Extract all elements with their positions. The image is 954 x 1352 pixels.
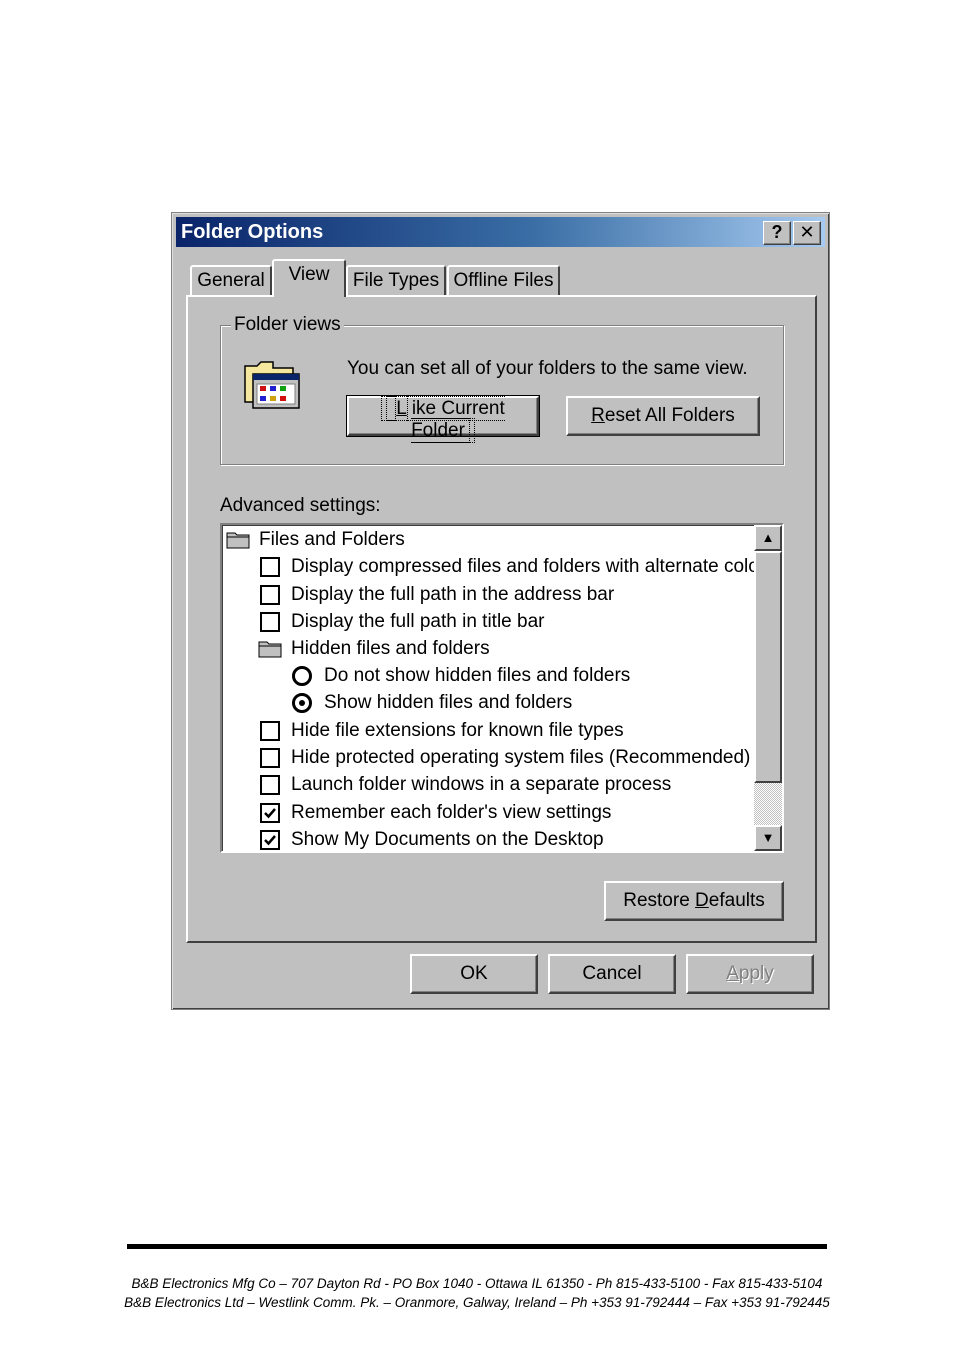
cancel-button[interactable]: Cancel: [548, 954, 676, 994]
advanced-settings-list[interactable]: Files and Folders Display compressed fil…: [220, 523, 784, 853]
radio-selected[interactable]: [292, 692, 312, 713]
radio-unselected[interactable]: [292, 665, 312, 686]
checkmark-icon: [264, 807, 276, 818]
tab-offline-files[interactable]: Offline Files: [447, 265, 560, 297]
like-current-folder-button[interactable]: Like Current Folder: [346, 395, 540, 443]
arrow-down-icon: ▼: [761, 830, 775, 845]
list-item[interactable]: Do not show hidden files and folders: [292, 662, 630, 689]
checkbox-unchecked[interactable]: [260, 584, 280, 605]
footer-line-2: B&B Electronics Ltd – Westlink Comm. Pk.…: [124, 1295, 830, 1310]
close-button[interactable]: ✕: [793, 221, 821, 245]
footer-rule: [127, 1244, 827, 1249]
list-item[interactable]: Show hidden files and folders: [292, 689, 572, 716]
folder-icon: [226, 532, 250, 549]
scroll-up-button[interactable]: ▲: [754, 525, 782, 551]
folder-views-icon: [244, 361, 300, 409]
list-item[interactable]: Remember each folder's view settings: [260, 799, 611, 826]
ok-button[interactable]: OK: [410, 954, 538, 994]
folder-views-label: Folder views: [231, 314, 344, 336]
checkbox-unchecked[interactable]: [260, 720, 280, 741]
advanced-settings-label: Advanced settings:: [220, 495, 381, 516]
scroll-thumb[interactable]: [754, 551, 782, 783]
dialog-title: Folder Options: [181, 221, 324, 243]
restore-defaults-button[interactable]: Restore Defaults: [604, 881, 784, 921]
list-item[interactable]: Display the full path in title bar: [260, 608, 544, 635]
view-tab-panel: Folder views You can set all of your fol…: [186, 295, 817, 943]
checkbox-unchecked[interactable]: [260, 556, 280, 577]
folder-views-group: Folder views You can set all of your fol…: [220, 314, 784, 465]
arrow-up-icon: ▲: [761, 530, 775, 545]
list-item[interactable]: Hide file extensions for known file type…: [260, 717, 624, 744]
tab-file-types[interactable]: File Types: [346, 265, 446, 297]
tab-general[interactable]: General: [190, 265, 272, 297]
list-item[interactable]: Launch folder windows in a separate proc…: [260, 771, 671, 798]
help-button[interactable]: ?: [763, 221, 791, 245]
folder-icon: [258, 641, 282, 658]
title-bar[interactable]: Folder Options ? ✕: [176, 217, 825, 247]
list-item[interactable]: Hide protected operating system files (R…: [260, 744, 750, 771]
tree-item-files-and-folders[interactable]: Files and Folders: [226, 526, 405, 553]
help-icon: ?: [771, 222, 783, 242]
folder-options-dialog: Folder Options ? ✕ General View File Typ…: [171, 212, 830, 1010]
checkmark-icon: [264, 834, 276, 845]
checkbox-unchecked[interactable]: [260, 774, 280, 795]
scroll-down-button[interactable]: ▼: [754, 825, 782, 851]
tree-item-hidden-files[interactable]: Hidden files and folders: [258, 635, 490, 662]
apply-button[interactable]: Apply: [686, 954, 814, 994]
list-item[interactable]: Show My Documents on the Desktop: [260, 826, 604, 851]
checkbox-unchecked[interactable]: [260, 611, 280, 632]
folder-views-description: You can set all of your folders to the s…: [347, 358, 748, 379]
reset-all-folders-button[interactable]: Reset All Folders: [566, 396, 760, 436]
tab-view[interactable]: View: [272, 259, 346, 297]
checkbox-checked[interactable]: [260, 802, 280, 823]
list-item[interactable]: Display the full path in the address bar: [260, 581, 614, 608]
checkbox-checked[interactable]: [260, 829, 280, 850]
close-icon: ✕: [799, 222, 815, 242]
list-item[interactable]: Display compressed files and folders wit…: [260, 553, 765, 580]
scroll-track[interactable]: [754, 783, 782, 825]
vertical-scrollbar[interactable]: ▲ ▼: [754, 525, 782, 851]
checkbox-unchecked[interactable]: [260, 747, 280, 768]
footer-line-1: B&B Electronics Mfg Co – 707 Dayton Rd -…: [131, 1276, 823, 1291]
